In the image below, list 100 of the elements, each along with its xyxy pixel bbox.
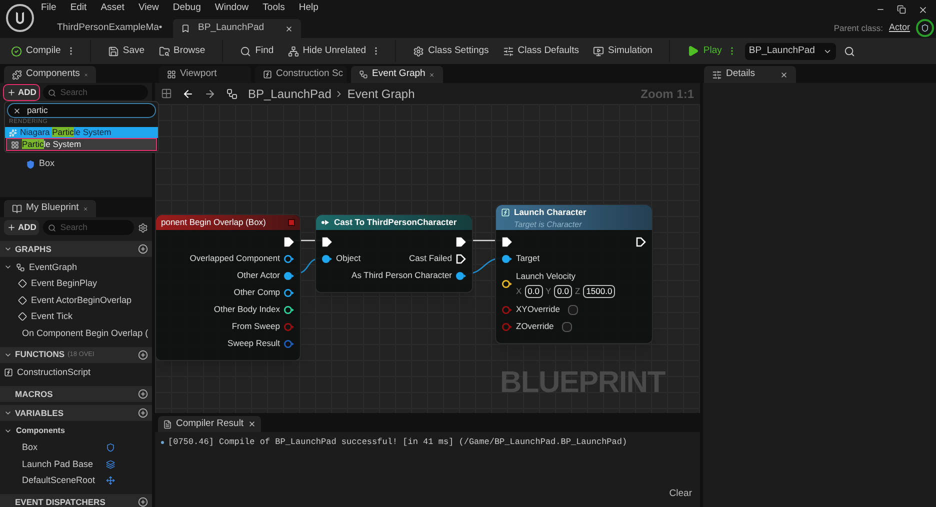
exec-pin[interactable]	[322, 236, 332, 246]
graph-canvas[interactable]	[155, 104, 700, 413]
exec-pin[interactable]	[502, 236, 512, 246]
graph-tab[interactable]: Event Graph	[351, 66, 443, 83]
toolbar-button[interactable]: Browse	[156, 41, 208, 61]
tree-item[interactable]: Event Tick	[31, 310, 73, 324]
tree-item[interactable]: EventGraph	[29, 260, 78, 274]
data-pin[interactable]	[502, 254, 512, 264]
add-button[interactable]: ADD	[4, 220, 40, 235]
data-pin[interactable]	[456, 270, 466, 280]
restore-icon[interactable]	[897, 5, 906, 14]
toolbar-button[interactable]: Simulation	[590, 41, 656, 61]
tree-item[interactable]: Event ActorBeginOverlap	[31, 294, 132, 307]
menu-item[interactable]: Edit	[70, 1, 87, 16]
menu-item[interactable]: File	[41, 1, 56, 16]
checkbox[interactable]	[562, 322, 572, 332]
book-icon	[12, 204, 22, 214]
search-icon[interactable]	[844, 46, 855, 56]
menu-item[interactable]: Asset	[100, 1, 124, 16]
back-icon[interactable]	[182, 88, 194, 100]
toolbar-button[interactable]: Play	[684, 41, 725, 61]
number-field[interactable]: 1500.0	[583, 284, 616, 298]
tree-item[interactable]: Box	[22, 441, 102, 454]
clear-button[interactable]: Clear	[669, 486, 692, 501]
settings-icon[interactable]	[138, 222, 148, 232]
menu-item[interactable]: Debug	[172, 1, 201, 16]
add-icon[interactable]	[138, 408, 148, 418]
component-item[interactable]: Box	[39, 157, 55, 171]
clear-icon[interactable]	[13, 106, 21, 114]
add-icon[interactable]	[138, 389, 148, 399]
checkbox[interactable]	[568, 304, 578, 314]
pin-label: XYOverride	[516, 303, 560, 316]
toolbar-button[interactable]: Hide Unrelated	[284, 41, 370, 61]
node-title: Cast To ThirdPersonCharacter	[334, 216, 458, 229]
graph-node[interactable]: Cast To ThirdPersonCharacter Object Cast Failed As Third Person Character	[315, 214, 473, 293]
filter-field[interactable]: partic	[7, 103, 156, 118]
exec-pin[interactable]	[456, 236, 466, 246]
close-icon[interactable]	[780, 70, 788, 78]
data-pin[interactable]	[322, 254, 332, 264]
section-header[interactable]: VARIABLES	[0, 405, 152, 421]
graph-tab[interactable]: Viewport	[159, 66, 251, 83]
puzzle-icon	[12, 70, 22, 80]
document-tab[interactable]: ThirdPersonExampleMa•	[49, 19, 173, 38]
close-icon[interactable]	[248, 420, 256, 428]
menu-item[interactable]: Particle System	[7, 139, 156, 150]
my-blueprint-tab[interactable]: My Blueprint	[4, 200, 96, 217]
debug-select[interactable]: BP_LaunchPad	[744, 42, 836, 60]
close-icon[interactable]	[429, 70, 435, 78]
menu-item[interactable]: Tools	[262, 1, 285, 16]
tree-item[interactable]: On Component Begin Overlap (	[22, 326, 148, 340]
close-icon[interactable]	[285, 24, 293, 32]
add-icon[interactable]	[138, 350, 148, 360]
data-pin[interactable]	[502, 279, 512, 289]
compiler-results-tab[interactable]: Compiler Result	[158, 416, 261, 432]
tree-item[interactable]: Event BeginPlay	[31, 277, 98, 290]
number-field[interactable]: 0.0	[554, 284, 572, 298]
tree-item[interactable]: DefaultSceneRoot	[22, 474, 102, 488]
add-component-button[interactable]: ADD	[4, 85, 40, 100]
tree-item[interactable]: ConstructionScript	[17, 366, 91, 380]
chevron-icon[interactable]	[4, 409, 12, 417]
add-icon[interactable]	[138, 497, 148, 507]
menu-item[interactable]: View	[138, 1, 159, 16]
pin-label: Target	[516, 252, 540, 265]
exec-pin[interactable]	[456, 254, 466, 264]
toolbar-button[interactable]: Compile	[8, 41, 64, 61]
close-icon[interactable]	[918, 4, 928, 14]
graph-tab[interactable]: Construction Sc	[255, 66, 347, 83]
menu-item[interactable]: Niagara Particle System	[5, 127, 158, 138]
number-field[interactable]: 0.0	[524, 284, 542, 298]
details-tab[interactable]: Details	[704, 66, 796, 83]
graph-node[interactable]: Launch Character Target is Character Target Launch Velocity X 0.0 Y 0.0 Z 1500.0 XYOverride ZOverride	[495, 204, 653, 344]
menu-item[interactable]: Window	[214, 1, 249, 16]
section-header[interactable]: MACROS	[0, 386, 152, 402]
section-header[interactable]: GRAPHS	[0, 241, 152, 257]
section-header[interactable]: EVENT DISPATCHERS	[0, 494, 152, 507]
engine-logo[interactable]	[6, 4, 34, 32]
menu-item[interactable]: Help	[298, 1, 318, 16]
document-tab[interactable]: BP_LaunchPad	[173, 19, 301, 38]
data-pin[interactable]	[284, 288, 294, 298]
data-pin[interactable]	[284, 304, 294, 314]
breadcrumb-item[interactable]: Event Graph	[347, 84, 415, 102]
exec-pin[interactable]	[636, 236, 646, 246]
forward-icon[interactable]	[204, 88, 216, 100]
graph-node[interactable]: ponent Begin Overlap (Box) Overlapped Component Other Actor Other Comp Other Body Index From Sweep Sweep Result	[155, 214, 301, 361]
add-icon[interactable]	[138, 244, 148, 254]
exec-pin[interactable]	[284, 236, 294, 246]
data-pin[interactable]	[284, 270, 294, 280]
parent-class-link[interactable]: Actor	[888, 21, 910, 35]
breadcrumb-item[interactable]: BP_LaunchPad	[248, 84, 332, 102]
toolbar-button[interactable]: Class Settings	[410, 41, 492, 61]
components-tab[interactable]: Components	[4, 66, 96, 83]
node-title: Launch Character	[514, 206, 588, 219]
data-pin[interactable]	[284, 254, 294, 264]
chevron-icon[interactable]	[4, 245, 12, 253]
tree-item[interactable]: Components	[16, 425, 65, 438]
toolbar-button[interactable]: Class Defaults	[500, 41, 582, 61]
tree-item[interactable]: Launch Pad Base	[22, 458, 102, 471]
close-icon[interactable]	[82, 204, 88, 212]
toolbar-button[interactable]: Save	[104, 41, 148, 61]
toolbar-button[interactable]: Find	[237, 41, 277, 61]
